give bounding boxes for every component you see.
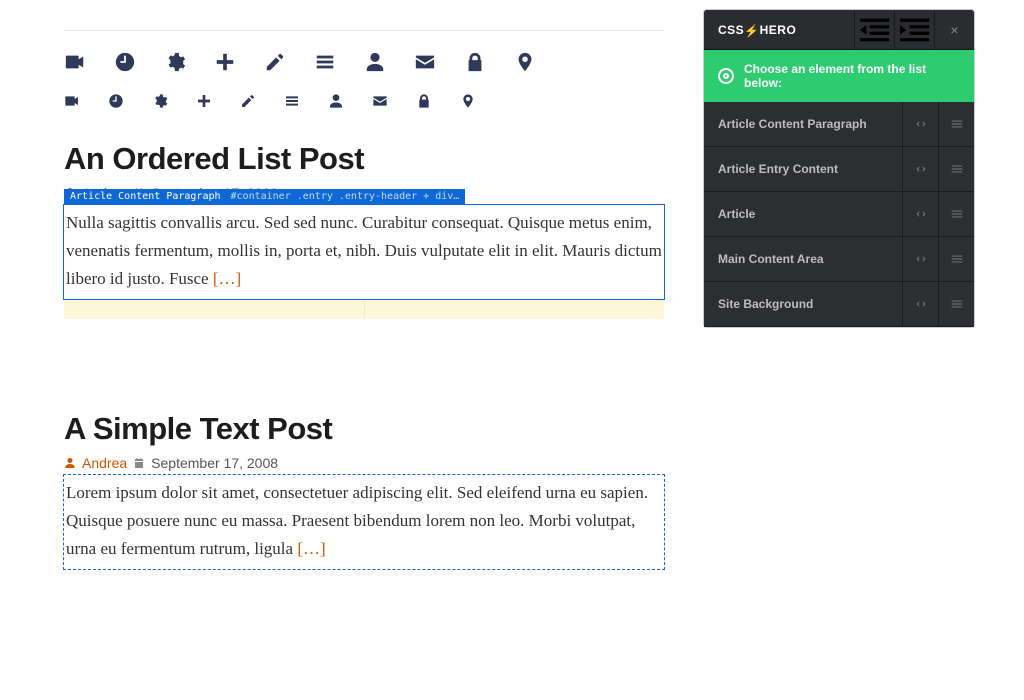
- outdent-button[interactable]: [854, 10, 894, 50]
- page-content: An Ordered List Post Andrea September 17…: [64, 0, 664, 569]
- indent-button[interactable]: [894, 10, 934, 50]
- element-label: Site Background: [704, 283, 902, 325]
- brand-text: HERO: [760, 23, 797, 37]
- gear-icon: [164, 51, 186, 73]
- post-date: September 17, 2008: [151, 455, 278, 471]
- map-pin-icon: [514, 51, 536, 73]
- list-icon: [314, 51, 336, 73]
- lock-icon: [464, 51, 486, 73]
- plus-icon: [196, 93, 212, 109]
- post-meta: Andrea September 17, 2008: [64, 455, 664, 471]
- margin-indicator: [64, 299, 664, 319]
- banner-text: Choose an element from the list below:: [744, 62, 960, 90]
- envelope-icon: [372, 93, 388, 109]
- clock-icon: [108, 93, 124, 109]
- panel-header: CSS⚡HERO ×: [704, 10, 974, 50]
- post-title[interactable]: A Simple Text Post: [64, 411, 664, 447]
- article-content-paragraph[interactable]: Nulla sagittis convallis arcu. Sed sed n…: [64, 205, 664, 299]
- element-label: Article: [704, 193, 902, 235]
- list-icon[interactable]: [938, 237, 974, 281]
- gear-icon: [152, 93, 168, 109]
- element-list-item[interactable]: Site Background: [704, 282, 974, 327]
- brand-text: CSS: [718, 23, 744, 37]
- panel-logo: CSS⚡HERO: [704, 23, 854, 37]
- element-list-item[interactable]: Main Content Area: [704, 237, 974, 282]
- code-icon[interactable]: [902, 102, 938, 146]
- list-icon[interactable]: [938, 147, 974, 191]
- map-pin-icon: [460, 93, 476, 109]
- plus-icon: [214, 51, 236, 73]
- video-icon: [64, 51, 86, 73]
- clock-icon: [114, 51, 136, 73]
- selector-path: #container .entry .entry-header + div…: [231, 191, 460, 202]
- code-icon[interactable]: [902, 192, 938, 236]
- code-icon[interactable]: [902, 147, 938, 191]
- user-icon: [364, 51, 386, 73]
- csshero-panel: CSS⚡HERO × Choose an element from the li…: [704, 10, 974, 327]
- edit-icon: [240, 93, 256, 109]
- bolt-icon: ⚡: [744, 24, 759, 38]
- edit-icon: [264, 51, 286, 73]
- post-title[interactable]: An Ordered List Post: [64, 141, 664, 177]
- selector-name: Article Content Paragraph: [70, 191, 221, 202]
- element-list-item[interactable]: Article Content Paragraph: [704, 102, 974, 147]
- element-label: Main Content Area: [704, 238, 902, 280]
- selector-tooltip: Article Content Paragraph #container .en…: [64, 189, 465, 204]
- icon-row-small: [64, 93, 664, 109]
- author-icon: [64, 457, 76, 469]
- divider: [64, 30, 664, 31]
- element-label: Article Content Paragraph: [704, 103, 902, 145]
- element-list-item[interactable]: Article: [704, 192, 974, 237]
- element-label: Article Entry Content: [704, 148, 902, 190]
- element-list-item[interactable]: Article Entry Content: [704, 147, 974, 192]
- read-more-link[interactable]: […]: [213, 269, 241, 288]
- video-icon: [64, 93, 80, 109]
- code-icon[interactable]: [902, 237, 938, 281]
- lock-icon: [416, 93, 432, 109]
- post-author[interactable]: Andrea: [82, 455, 127, 471]
- envelope-icon: [414, 51, 436, 73]
- close-button[interactable]: ×: [934, 10, 974, 50]
- list-icon[interactable]: [938, 282, 974, 326]
- calendar-icon: [133, 457, 145, 469]
- user-icon: [328, 93, 344, 109]
- read-more-link[interactable]: […]: [297, 539, 325, 558]
- post-excerpt: Nulla sagittis convallis arcu. Sed sed n…: [66, 213, 662, 288]
- code-icon[interactable]: [902, 282, 938, 326]
- list-icon[interactable]: [938, 102, 974, 146]
- target-icon: [718, 68, 734, 84]
- list-icon[interactable]: [938, 192, 974, 236]
- list-icon: [284, 93, 300, 109]
- icon-row-large: [64, 51, 664, 73]
- article-content-paragraph[interactable]: Lorem ipsum dolor sit amet, consectetuer…: [64, 475, 664, 569]
- post-excerpt: Lorem ipsum dolor sit amet, consectetuer…: [66, 483, 648, 558]
